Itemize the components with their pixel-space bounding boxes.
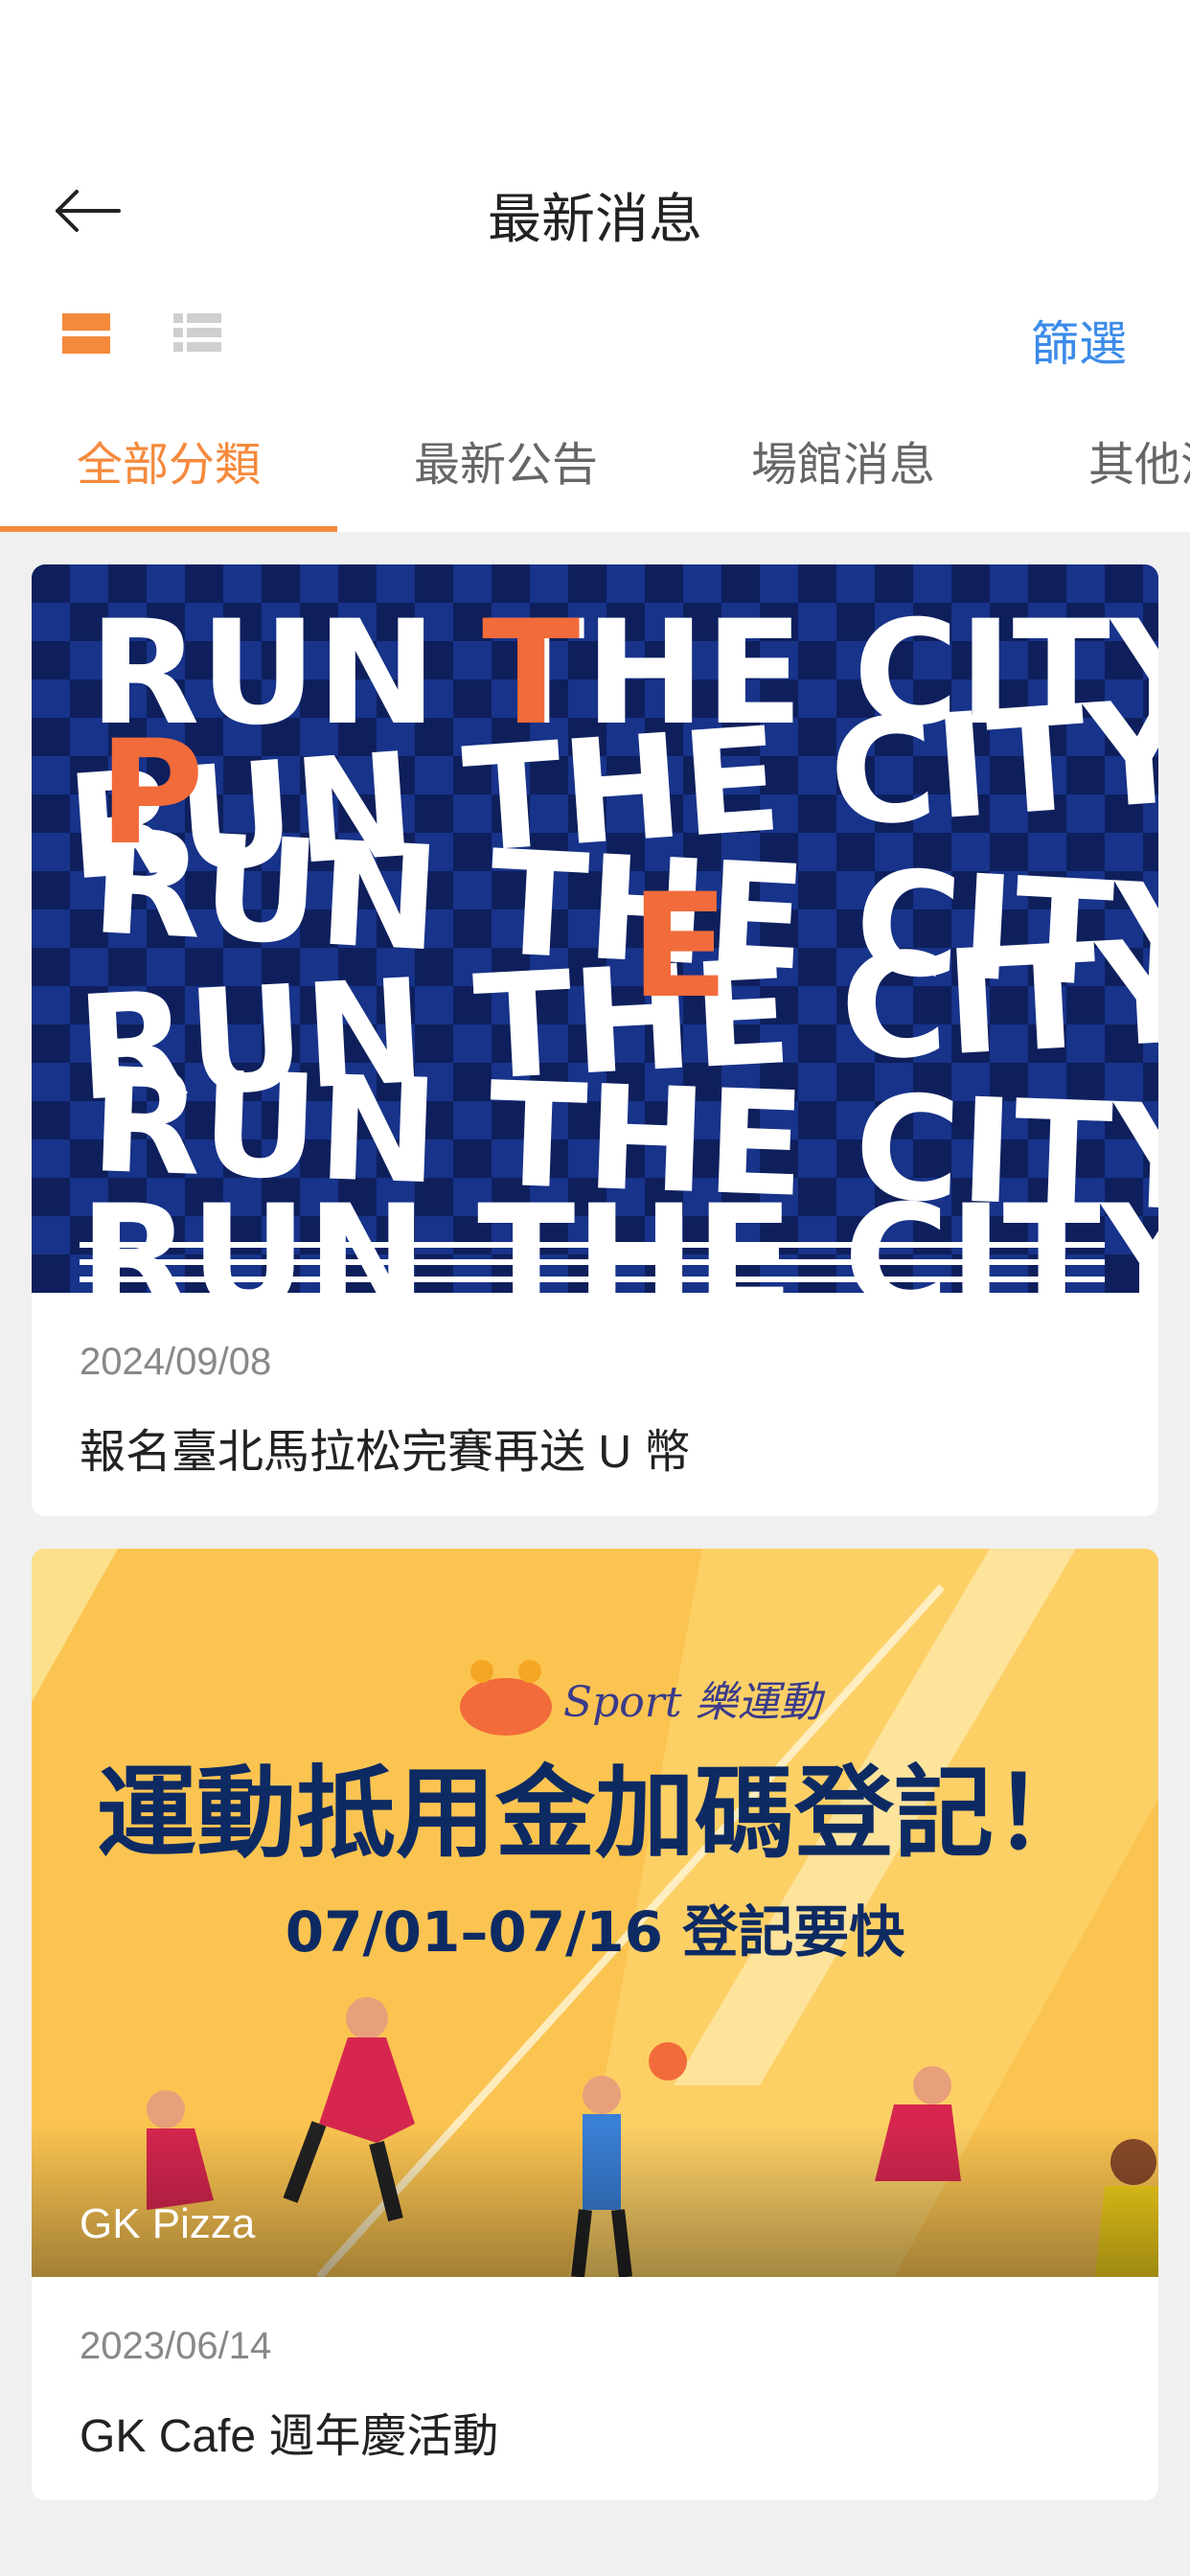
filter-button[interactable]: 篩選 (1031, 306, 1127, 375)
news-title: 報名臺北馬拉松完賽再送 U 幣 (80, 1427, 691, 1478)
svg-text:P: P (99, 710, 204, 877)
run-the-city-artwork: RUN THE CITY RUN THE CITY RUN THE CITY R… (32, 564, 1158, 1293)
category-tabs: 全部分類 最新公告 場館消息 其他消息 (0, 398, 1190, 532)
artwork-headline: 運動抵用金加碼登記！ (97, 1755, 1093, 1872)
artwork-line: RUN THE CITY (80, 1175, 1158, 1293)
sport-subsidy-artwork: Sport 樂運動 運動抵用金加碼登記！ 07/01–07/16 登記要快 (32, 1549, 1158, 2277)
nav-bar: 最新消息 (0, 144, 1190, 273)
image-overlay-label: GK Pizza (80, 2200, 256, 2247)
news-date: 2023/06/14 (80, 2325, 272, 2367)
news-card[interactable]: RUN THE CITY RUN THE CITY RUN THE CITY R… (32, 564, 1158, 1516)
svg-text:Sport 樂運動: Sport 樂運動 (563, 1678, 825, 1727)
news-title: GK Cafe 週年慶活動 (80, 2411, 499, 2462)
card-view-icon (62, 313, 110, 354)
news-image: RUN THE CITY RUN THE CITY RUN THE CITY R… (32, 564, 1158, 1293)
tab-announcements[interactable]: 最新公告 (337, 426, 675, 494)
news-date: 2024/09/08 (80, 1341, 272, 1383)
list-view-icon (173, 313, 221, 352)
toolbar: 篩選 (0, 273, 1190, 398)
tab-all[interactable]: 全部分類 (0, 426, 337, 494)
page-title: 最新消息 (488, 189, 702, 249)
active-tab-indicator (0, 526, 337, 532)
card-view-button[interactable] (57, 306, 115, 363)
tab-venue-news[interactable]: 場館消息 (675, 426, 1012, 494)
news-card[interactable]: Sport 樂運動 運動抵用金加碼登記！ 07/01–07/16 登記要快 GK… (32, 1549, 1158, 2500)
artwork-subline: 07/01–07/16 登記要快 (286, 1899, 905, 1965)
tab-other-news[interactable]: 其他消息 (1012, 426, 1190, 494)
status-bar (0, 0, 1190, 144)
svg-text:T: T (482, 590, 580, 757)
list-view-button[interactable] (169, 306, 226, 363)
news-image: Sport 樂運動 運動抵用金加碼登記！ 07/01–07/16 登記要快 GK… (32, 1549, 1158, 2277)
svg-text:E: E (630, 863, 728, 1030)
